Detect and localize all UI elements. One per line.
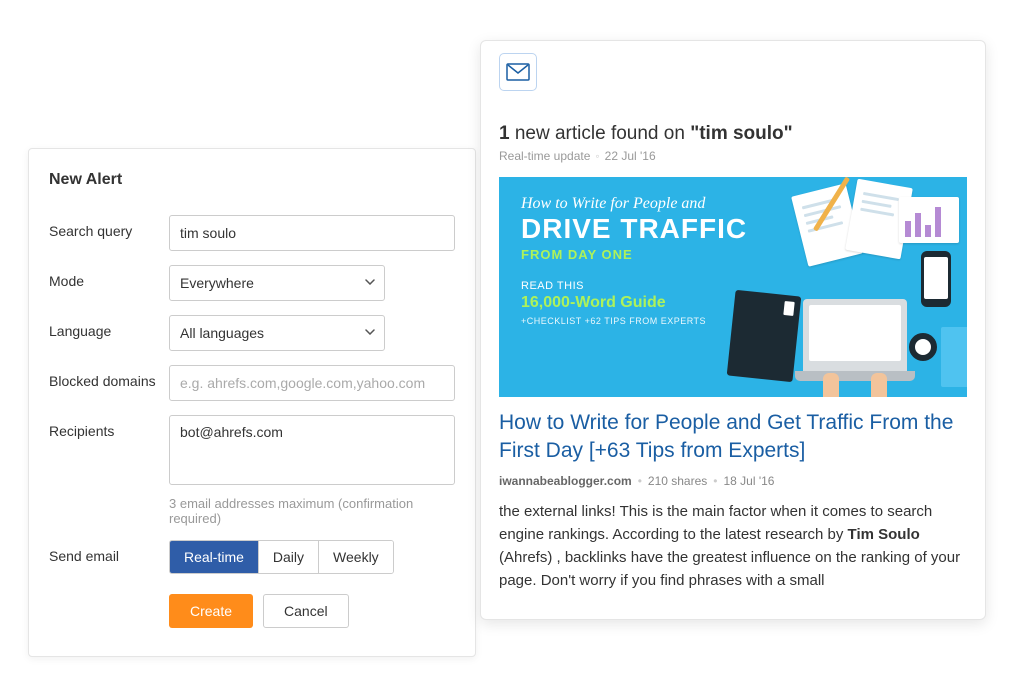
article-count: 1	[499, 123, 510, 144]
row-send-email: Send email Real-time Daily Weekly	[49, 540, 455, 574]
label-send-email: Send email	[49, 540, 169, 564]
blocked-domains-input[interactable]	[169, 365, 455, 401]
update-date: 22 Jul '16	[605, 149, 656, 163]
mode-select[interactable]: Everywhere	[169, 265, 385, 301]
article-meta: iwannabeablogger.com•210 shares•18 Jul '…	[499, 474, 967, 488]
article-hero-image: How to Write for People and DRIVE TRAFFI…	[499, 177, 967, 397]
mail-icon	[499, 53, 537, 91]
article-date: 18 Jul '16	[723, 474, 774, 488]
row-language: Language All languages	[49, 315, 455, 351]
headline-query: "tim soulo"	[690, 123, 792, 144]
snippet-highlight: Tim Soulo	[848, 526, 920, 543]
update-type: Real-time update	[499, 149, 590, 163]
panel-title: New Alert	[49, 171, 455, 189]
preview-headline: 1 new article found on "tim soulo"	[499, 123, 967, 145]
label-recipients: Recipients	[49, 415, 169, 439]
alert-preview-panel: 1 new article found on "tim soulo" Real-…	[480, 40, 986, 620]
recipients-input[interactable]: bot@ahrefs.com	[169, 415, 455, 485]
article-shares: 210 shares	[648, 474, 707, 488]
recipients-hint: 3 email addresses maximum (confirmation …	[169, 496, 455, 526]
label-language: Language	[49, 315, 169, 339]
row-mode: Mode Everywhere	[49, 265, 455, 301]
label-blocked-domains: Blocked domains	[49, 365, 169, 389]
new-alert-panel: New Alert Search query Mode Everywhere L…	[28, 148, 476, 657]
hero-readthis: READ THIS	[521, 280, 945, 292]
article-snippet: the external links! This is the main fac…	[499, 500, 967, 593]
row-blocked-domains: Blocked domains	[49, 365, 455, 401]
create-button[interactable]: Create	[169, 594, 253, 628]
row-search-query: Search query	[49, 215, 455, 251]
send-daily-button[interactable]: Daily	[259, 541, 319, 573]
search-query-input[interactable]	[169, 215, 455, 251]
row-recipients: Recipients bot@ahrefs.com 3 email addres…	[49, 415, 455, 526]
article-title-link[interactable]: How to Write for People and Get Traffic …	[499, 409, 967, 466]
send-realtime-button[interactable]: Real-time	[170, 541, 259, 573]
language-select[interactable]: All languages	[169, 315, 385, 351]
label-search-query: Search query	[49, 215, 169, 239]
cancel-button[interactable]: Cancel	[263, 594, 349, 628]
action-row: Create Cancel	[169, 594, 455, 628]
label-mode: Mode	[49, 265, 169, 289]
send-weekly-button[interactable]: Weekly	[319, 541, 393, 573]
article-site: iwannabeablogger.com	[499, 474, 632, 488]
send-email-segmented: Real-time Daily Weekly	[169, 540, 394, 574]
preview-meta: Real-time update◦22 Jul '16	[499, 149, 967, 163]
